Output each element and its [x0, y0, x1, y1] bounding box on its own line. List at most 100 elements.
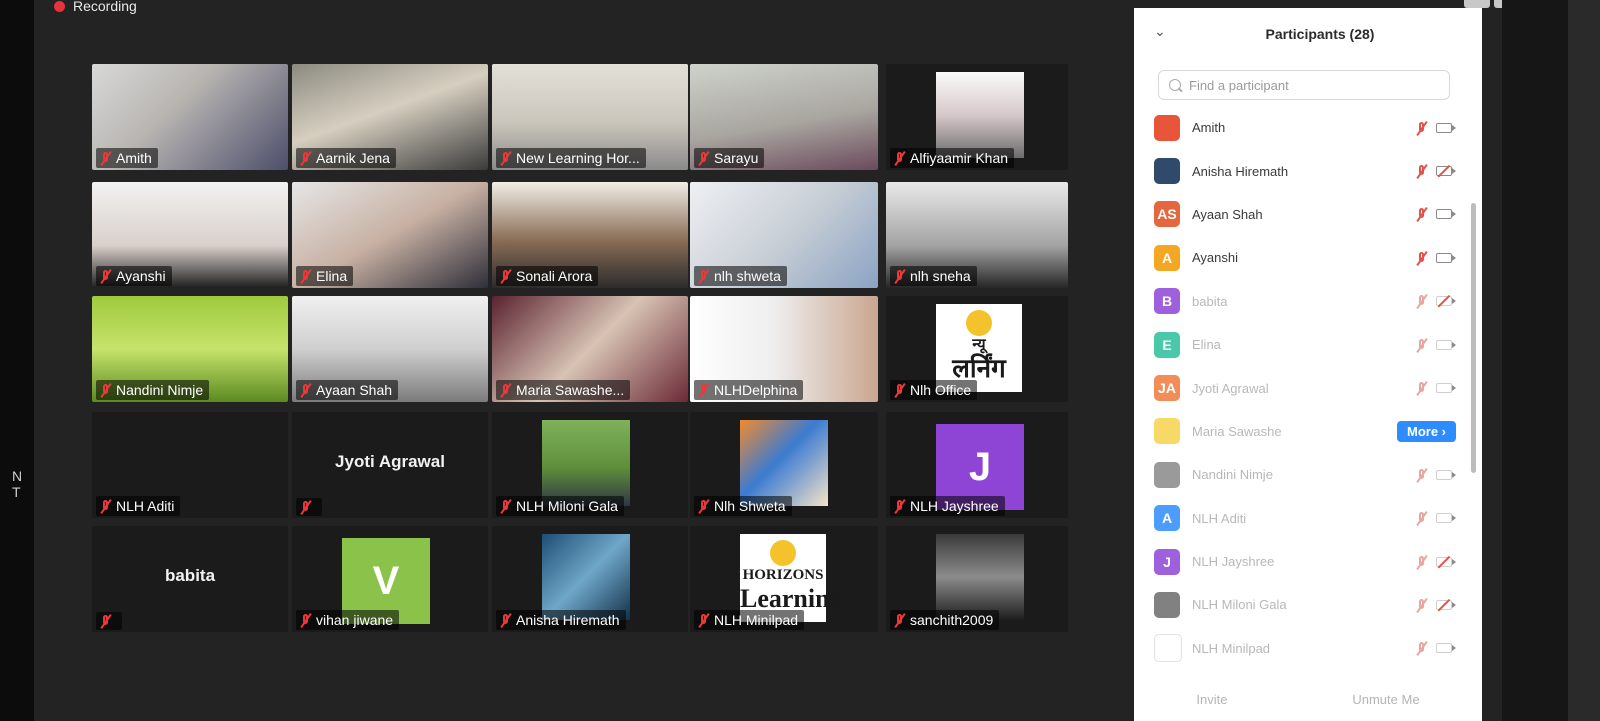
recording-label: Recording	[73, 0, 137, 14]
participant-row[interactable]: A Ayanshi	[1134, 236, 1482, 279]
tile-name-label: NLH Jayshree	[890, 496, 1005, 516]
camera-icon[interactable]	[1436, 122, 1456, 133]
participant-tile[interactable]: Maria Sawashe...	[492, 296, 688, 402]
mic-muted-icon	[100, 614, 112, 628]
participant-name: Amith	[116, 150, 152, 166]
participant-scrollbar[interactable]	[1471, 203, 1476, 473]
more-button[interactable]: More ›	[1397, 420, 1456, 442]
participant-avatar: B	[1154, 288, 1180, 315]
participant-name: Anisha Hiremath	[1192, 163, 1289, 179]
participant-name: NLHDelphina	[714, 382, 798, 398]
search-input[interactable]	[1187, 76, 1431, 94]
mic-muted-icon[interactable]	[1416, 511, 1428, 525]
participant-name: NLH Aditi	[116, 498, 175, 514]
tile-name-label	[296, 498, 322, 516]
unmute-me-button[interactable]: Unmute Me	[1352, 692, 1419, 707]
chevron-down-icon[interactable]: ⌄	[1154, 23, 1166, 40]
participant-row[interactable]: Anisha Hiremath	[1134, 149, 1482, 192]
participant-tile[interactable]: NLHDelphina	[690, 296, 878, 402]
participant-tile[interactable]: New Learning Hor...	[492, 64, 688, 170]
invite-button[interactable]: Invite	[1196, 692, 1227, 707]
tile-name-label: nlh sneha	[890, 266, 977, 286]
camera-icon[interactable]	[1436, 643, 1456, 654]
maximize-button[interactable]	[1494, 0, 1502, 8]
camera-icon[interactable]	[1436, 339, 1456, 350]
camera-off-icon[interactable]	[1436, 556, 1456, 567]
tile-name-label: Elina	[296, 266, 354, 286]
participant-row[interactable]: E Elina	[1134, 323, 1482, 366]
mic-muted-icon[interactable]	[1416, 381, 1428, 395]
minimize-button[interactable]	[1464, 0, 1490, 8]
participant-name: NLH Jayshree	[1192, 554, 1275, 570]
mic-muted-icon	[698, 383, 710, 397]
participant-tile[interactable]: NLH Miloni Gala	[492, 412, 688, 518]
participant-name: Aarnik Jena	[316, 150, 390, 166]
participant-row[interactable]: Amith	[1134, 106, 1482, 149]
participant-row[interactable]: Bbabita	[1134, 280, 1482, 323]
participant-name: NLH Jayshree	[910, 498, 999, 514]
mic-muted-icon[interactable]	[1416, 251, 1428, 265]
participant-tile[interactable]: Aarnik Jena	[292, 64, 488, 170]
participant-row[interactable]: A NLH Aditi	[1134, 497, 1482, 540]
mic-muted-icon	[894, 613, 906, 627]
participant-tile[interactable]: babita	[92, 526, 288, 632]
mic-muted-icon[interactable]	[1416, 294, 1428, 308]
participant-tile[interactable]: NLH Aditi	[92, 412, 288, 518]
participant-tile[interactable]: HORIZONS Learning NLH Minilpad	[690, 526, 878, 632]
participant-tile[interactable]: Elina	[292, 182, 488, 288]
gallery-view: Amith Aarnik Jena New Learning Hor... Saray…	[92, 64, 1112, 644]
participant-name: Nandini Nimje	[116, 382, 204, 398]
tile-name-label	[96, 612, 122, 630]
participant-tile[interactable]: nlh sneha	[886, 182, 1068, 288]
participant-tile[interactable]: Ayanshi	[92, 182, 288, 288]
participant-row[interactable]: Nandini Nimje	[1134, 453, 1482, 496]
participant-tile[interactable]: Anisha Hiremath	[492, 526, 688, 632]
participant-row[interactable]: NLH Minilpad	[1134, 627, 1482, 670]
camera-icon[interactable]	[1436, 469, 1456, 480]
participant-name: Maria Sawashe...	[516, 382, 625, 398]
tile-name-label: Sarayu	[694, 148, 765, 168]
mic-muted-icon[interactable]	[1416, 555, 1428, 569]
mic-muted-icon	[894, 383, 906, 397]
participant-tile[interactable]: Nlh Shweta	[690, 412, 878, 518]
participant-tile[interactable]: Amith	[92, 64, 288, 170]
camera-icon[interactable]	[1436, 383, 1456, 394]
camera-icon[interactable]	[1436, 252, 1456, 263]
mic-muted-icon[interactable]	[1416, 164, 1428, 178]
participant-search[interactable]	[1158, 70, 1450, 100]
mic-muted-icon[interactable]	[1416, 121, 1428, 135]
participant-name: Jyoti Agrawal	[1192, 380, 1269, 396]
participant-status-icons	[1416, 294, 1456, 308]
participant-row[interactable]: AS Ayaan Shah	[1134, 193, 1482, 236]
mic-muted-icon[interactable]	[1416, 338, 1428, 352]
participant-tile[interactable]: न्यू लर्निंग Nlh Office	[886, 296, 1068, 402]
participant-tile[interactable]: Alfiyaamir Khan	[886, 64, 1068, 170]
camera-icon[interactable]	[1436, 513, 1456, 524]
mic-muted-icon[interactable]	[1416, 468, 1428, 482]
participant-row[interactable]: Maria Sawashe More ›	[1134, 410, 1482, 453]
recording-indicator[interactable]: Recording	[54, 0, 137, 14]
participant-tile[interactable]: Nandini Nimje	[92, 296, 288, 402]
participant-tile[interactable]: Jyoti Agrawal	[292, 412, 488, 518]
camera-icon[interactable]	[1436, 209, 1456, 220]
participant-tile[interactable]: Vvihan jiwane	[292, 526, 488, 632]
camera-off-icon[interactable]	[1436, 599, 1456, 610]
participant-row[interactable]: JA Jyoti Agrawal	[1134, 366, 1482, 409]
participant-name: Alfiyaamir Khan	[910, 150, 1009, 166]
participant-tile[interactable]: sanchith2009	[886, 526, 1068, 632]
camera-off-icon[interactable]	[1436, 166, 1456, 177]
participant-row[interactable]: J NLH Jayshree	[1134, 540, 1482, 583]
participant-tile[interactable]: Sonali Arora	[492, 182, 688, 288]
participant-tile[interactable]: J NLH Jayshree	[886, 412, 1068, 518]
mic-muted-icon[interactable]	[1416, 207, 1428, 221]
mic-muted-icon[interactable]	[1416, 641, 1428, 655]
participant-name: babita	[1192, 293, 1228, 309]
participant-row[interactable]: NLH Miloni Gala	[1134, 583, 1482, 626]
mic-muted-icon[interactable]	[1416, 598, 1428, 612]
tile-name-label: Aarnik Jena	[296, 148, 396, 168]
participant-name: NLH Minilpad	[1192, 640, 1271, 656]
participant-tile[interactable]: Sarayu	[690, 64, 878, 170]
participant-tile[interactable]: nlh shweta	[690, 182, 878, 288]
participant-tile[interactable]: Ayaan Shah	[292, 296, 488, 402]
camera-off-icon[interactable]	[1436, 296, 1456, 307]
